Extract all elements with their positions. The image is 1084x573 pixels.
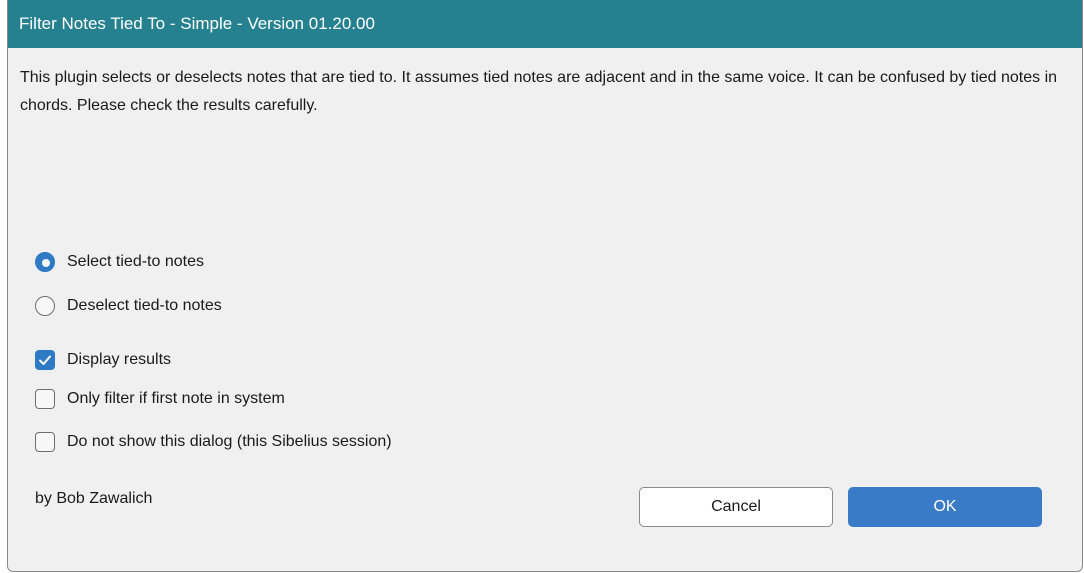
radio-button-checked[interactable]	[35, 252, 55, 272]
radio-select-tied-to-notes[interactable]: Select tied-to notes	[35, 249, 204, 275]
checkbox-label: Only filter if first note in system	[67, 390, 285, 407]
radio-label: Deselect tied-to notes	[67, 297, 222, 314]
plugin-description: This plugin selects or deselects notes t…	[20, 69, 1058, 114]
cancel-button[interactable]: Cancel	[639, 487, 833, 527]
checkbox-unchecked[interactable]	[35, 389, 55, 409]
checkbox-unchecked[interactable]	[35, 432, 55, 452]
checkmark-icon	[39, 355, 51, 365]
dialog-title-bar[interactable]: Filter Notes Tied To - Simple - Version …	[8, 0, 1082, 48]
checkbox-display-results[interactable]: Display results	[35, 347, 171, 373]
radio-button-unchecked[interactable]	[35, 296, 55, 316]
radio-deselect-tied-to-notes[interactable]: Deselect tied-to notes	[35, 293, 222, 319]
ok-button[interactable]: OK	[848, 487, 1042, 527]
author-credit: by Bob Zawalich	[35, 490, 153, 507]
plugin-dialog: Filter Notes Tied To - Simple - Version …	[7, 0, 1083, 572]
checkbox-only-filter-first-note[interactable]: Only filter if first note in system	[35, 386, 285, 412]
dialog-title: Filter Notes Tied To - Simple - Version …	[19, 14, 375, 33]
checkbox-checked[interactable]	[35, 350, 55, 370]
checkbox-label: Display results	[67, 351, 172, 368]
checkbox-do-not-show-dialog[interactable]: Do not show this dialog (this Sibelius s…	[35, 429, 392, 455]
radio-label: Select tied-to notes	[67, 253, 204, 270]
checkbox-label: Do not show this dialog (this Sibelius s…	[67, 433, 392, 450]
